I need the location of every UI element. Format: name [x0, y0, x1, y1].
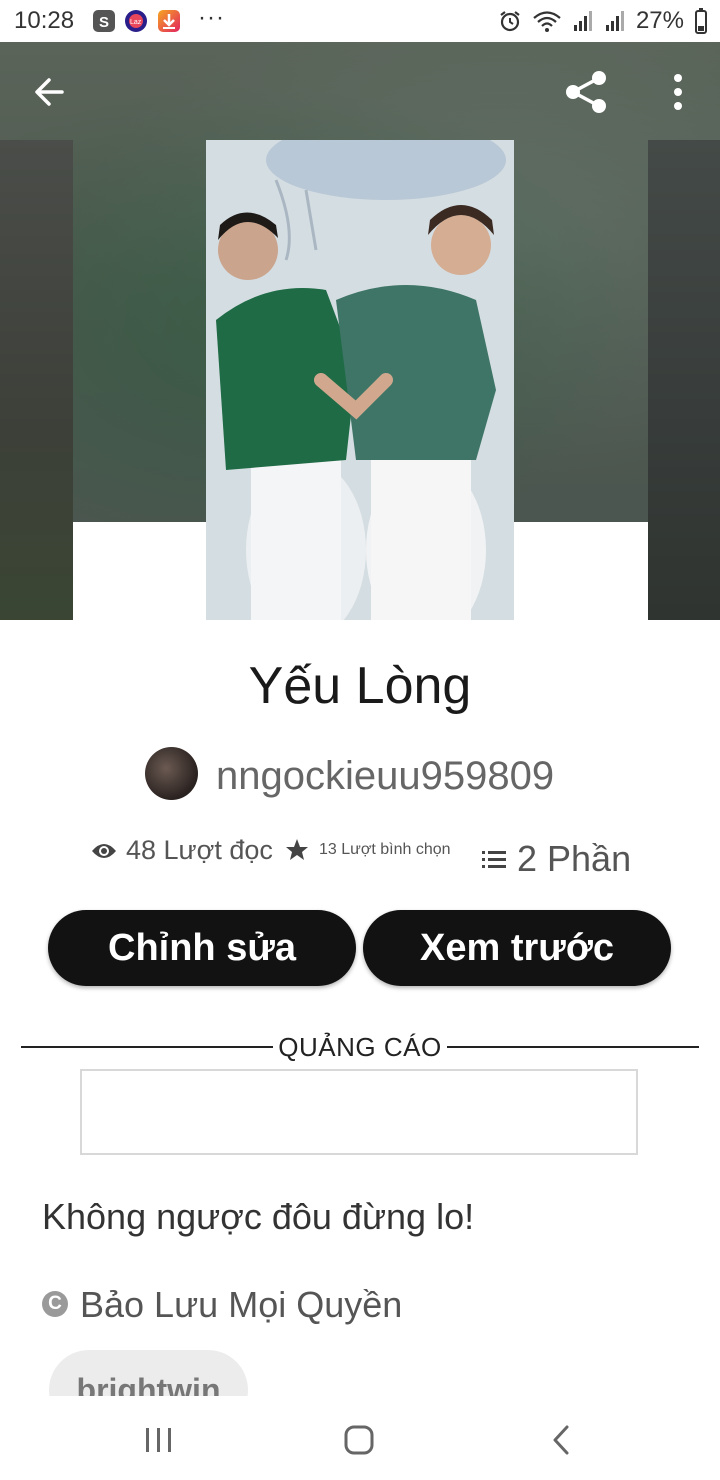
more-options-button[interactable]	[664, 70, 692, 114]
list-icon	[482, 851, 506, 868]
votes-stat: 13 Lượt bình chọn	[285, 838, 451, 862]
wifi-icon	[533, 11, 561, 32]
more-vertical-icon	[674, 74, 682, 110]
parts-count[interactable]: 2 Phần	[517, 838, 631, 880]
eye-icon	[92, 843, 116, 858]
votes-count: 13 Lượt bình chọn	[319, 841, 451, 858]
reads-stat: 48 Lượt đọc	[90, 835, 273, 866]
copyright-icon: C	[42, 1291, 68, 1317]
story-title: Yếu Lòng	[248, 657, 472, 715]
signal-icon	[573, 11, 592, 31]
battery-text: 27%	[635, 7, 684, 34]
star-icon	[286, 839, 308, 860]
arrow-left-icon	[35, 78, 64, 106]
next-cover-thumbnail[interactable]	[648, 140, 720, 620]
system-nav-bar	[0, 1396, 720, 1480]
ad-label: QUẢNG CÁO	[278, 1032, 442, 1062]
more-dots-icon: ···	[198, 4, 225, 31]
battery-icon	[695, 8, 707, 34]
status-time: 10:28	[14, 7, 75, 34]
svg-text:Laz: Laz	[130, 19, 142, 26]
signal-icon	[605, 11, 624, 31]
cover-gap	[514, 522, 648, 620]
divider	[21, 1046, 273, 1048]
story-cover-image[interactable]	[206, 140, 514, 620]
recent-apps-icon[interactable]	[144, 1426, 174, 1454]
ad-placeholder[interactable]	[80, 1069, 638, 1155]
lazada-icon: Laz	[125, 10, 147, 32]
share-button[interactable]	[563, 68, 611, 116]
status-right: 27%	[498, 7, 708, 35]
divider	[447, 1046, 699, 1048]
back-nav-icon[interactable]	[550, 1424, 572, 1456]
alarm-icon	[500, 11, 520, 32]
preview-button[interactable]: Xem trước	[363, 910, 671, 986]
status-bar: 10:28 S Laz ··· 27%	[0, 0, 720, 42]
copyright-text: Bảo Lưu Mọi Quyền	[80, 1284, 403, 1325]
download-app-icon	[158, 10, 180, 32]
edit-button[interactable]: Chỉnh sửa	[48, 910, 356, 986]
avatar[interactable]	[145, 747, 198, 800]
svg-text:S: S	[99, 14, 109, 31]
previous-cover-thumbnail[interactable]	[0, 140, 73, 620]
author-name[interactable]: nngockieuu959809	[216, 754, 554, 799]
cover-gap	[73, 522, 206, 620]
back-button[interactable]	[30, 72, 70, 112]
home-icon[interactable]	[343, 1424, 375, 1456]
parts-stat: 2 Phần	[481, 838, 631, 880]
share-icon	[566, 71, 606, 113]
shopee-icon: S	[93, 10, 115, 32]
reads-count: 48 Lượt đọc	[126, 835, 273, 865]
story-description: Không ngược đôu đừng lo!	[42, 1196, 475, 1237]
